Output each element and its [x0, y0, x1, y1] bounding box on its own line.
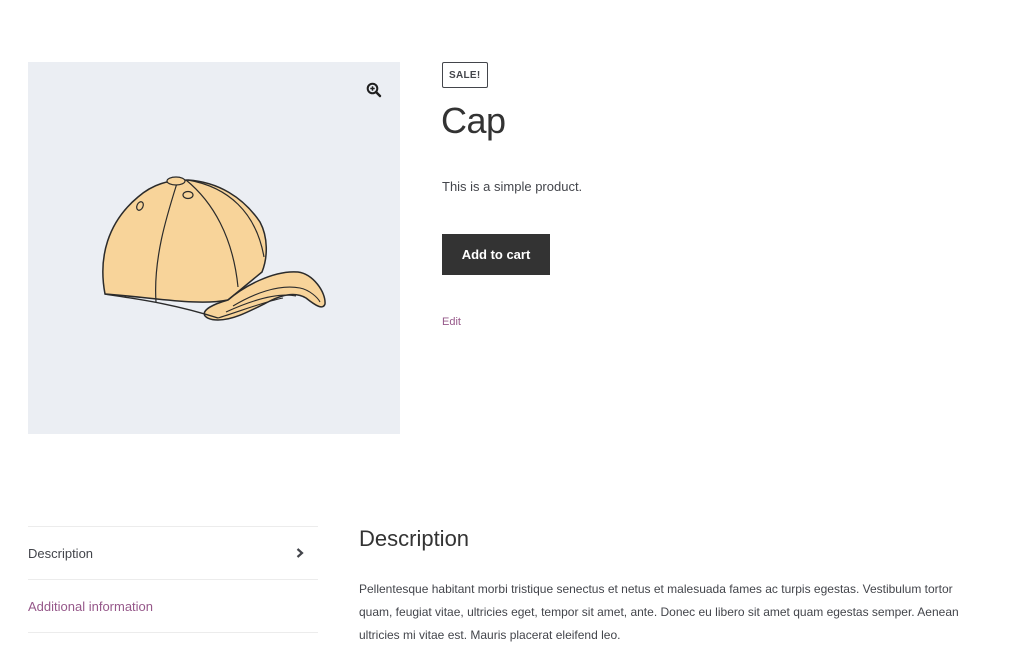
tab-additional-information-label: Additional information — [28, 598, 154, 614]
product-image[interactable] — [28, 62, 400, 434]
tab-additional-information[interactable]: Additional information — [28, 579, 318, 633]
product-tabs: Description Additional information — [28, 526, 318, 633]
chevron-right-icon — [296, 548, 304, 558]
sale-badge: SALE! — [442, 62, 488, 88]
product-short-description: This is a simple product. — [442, 179, 583, 194]
product-gallery — [28, 62, 400, 434]
tab-description[interactable]: Description — [28, 526, 318, 579]
tab-description-label: Description — [28, 545, 94, 561]
zoom-icon[interactable] — [364, 80, 384, 100]
product-title: Cap — [441, 100, 506, 141]
edit-link[interactable]: Edit — [442, 316, 461, 328]
product-page: SALE! Cap This is a simple product. Add … — [0, 0, 1024, 661]
description-body: Pellentesque habitant morbi tristique se… — [359, 582, 959, 642]
add-to-cart-button[interactable]: Add to cart — [442, 234, 550, 275]
description-heading: Description — [359, 526, 470, 551]
